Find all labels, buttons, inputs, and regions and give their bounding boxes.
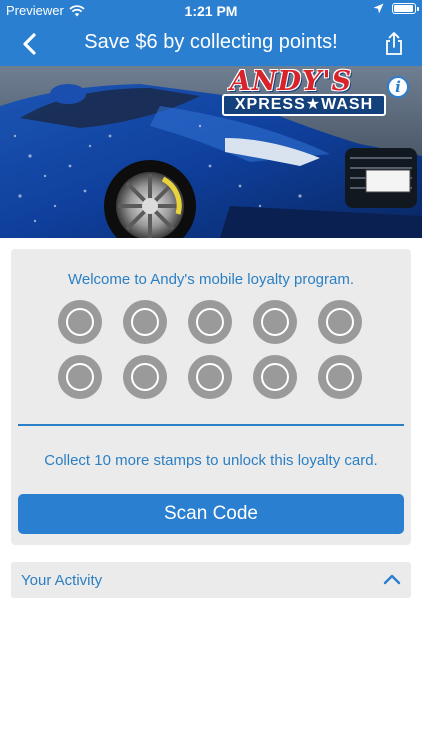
scan-code-button[interactable]: Scan Code [18,494,404,534]
page-title: Save $6 by collecting points! [84,31,338,53]
stamp-slot [58,300,102,344]
share-button[interactable] [378,28,410,60]
collect-message: Collect 10 more stamps to unlock this lo… [44,452,378,469]
info-icon[interactable]: i [387,76,409,98]
stamp-slot [253,300,297,344]
stamp-slot [123,355,167,399]
card-divider [18,424,404,426]
loyalty-card: Welcome to Andy's mobile loyalty program… [11,249,411,545]
back-button[interactable] [14,28,46,60]
your-activity-label: Your Activity [21,572,103,589]
chevron-up-icon [383,574,401,585]
stamp-slot [188,300,232,344]
chevron-left-icon [23,33,36,55]
your-activity-section[interactable]: Your Activity [11,562,411,598]
hero-banner: ANDY'S XPRESS★WASH i [0,66,422,238]
stamp-slot [58,355,102,399]
stamp-slot [318,355,362,399]
location-arrow-icon [373,3,384,14]
battery-fill [394,5,413,12]
stamp-slot [253,355,297,399]
share-icon [386,32,402,55]
status-bar: Previewer 1:21 PM [0,0,422,22]
nav-bar: Save $6 by collecting points! [0,22,422,66]
stamp-slot [188,355,232,399]
status-right [373,3,419,14]
welcome-text: Welcome to Andy's mobile loyalty program… [67,271,355,288]
logo-script-text: ANDY'S [230,66,353,97]
andys-xpress-wash-logo: ANDY'S XPRESS★WASH [222,66,386,118]
stamp-slot [123,300,167,344]
stamp-slot [318,300,362,344]
battery-icon [392,3,419,14]
status-time: 1:21 PM [184,3,238,19]
logo-plate-text: XPRESS★WASH [222,94,386,116]
